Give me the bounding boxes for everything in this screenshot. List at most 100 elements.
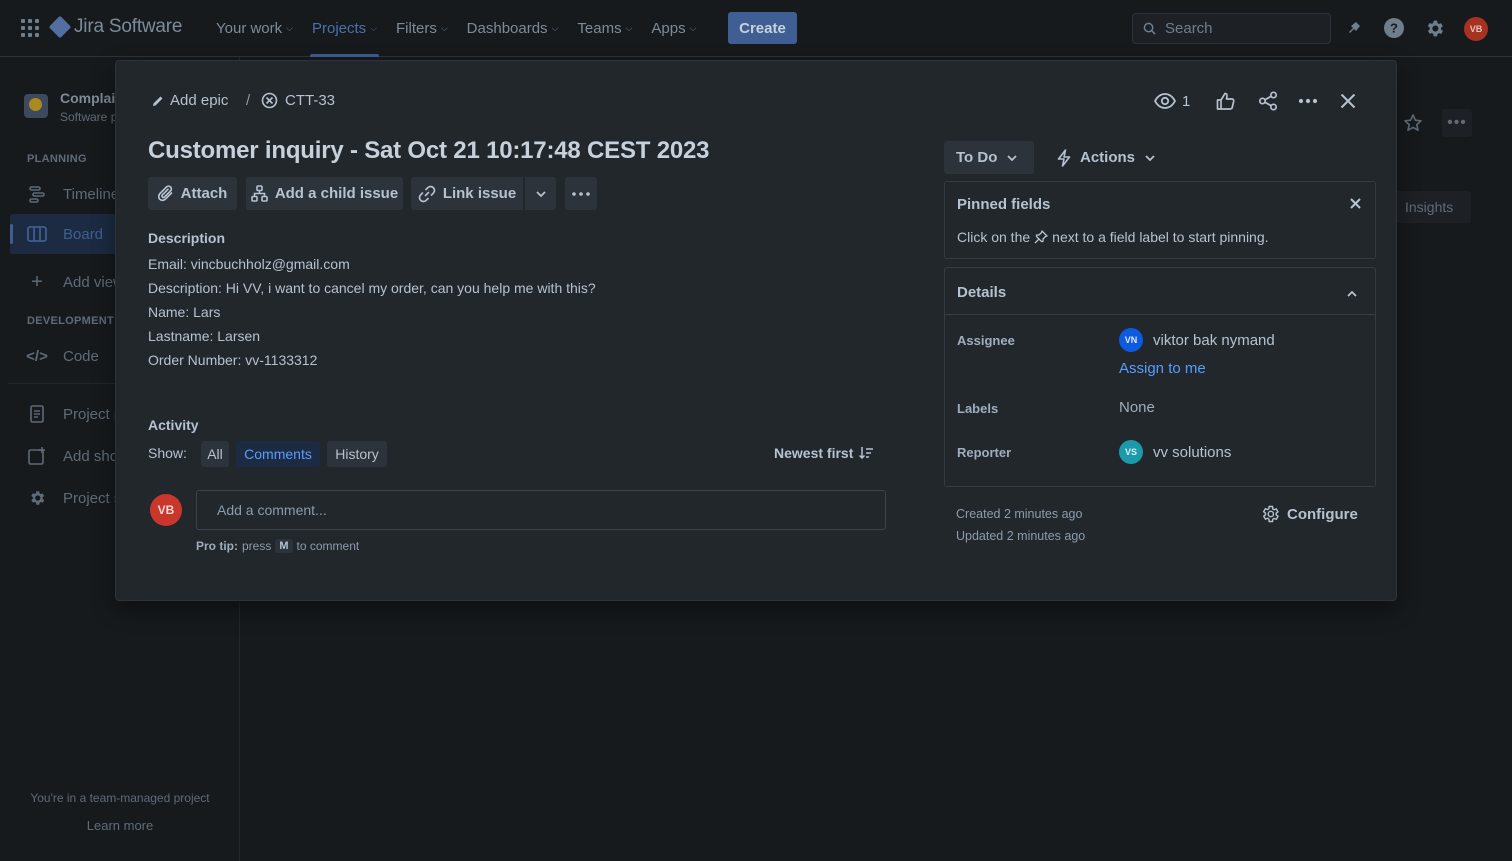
sidebar-item-label: Timeline bbox=[63, 185, 120, 203]
avatar: VN bbox=[1119, 328, 1143, 352]
more-icon[interactable] bbox=[1298, 90, 1318, 112]
watch-count: 1 bbox=[1182, 92, 1191, 110]
like-icon[interactable] bbox=[1216, 90, 1235, 112]
link-issue-label: Link issue bbox=[442, 185, 517, 202]
app-switcher-icon[interactable] bbox=[21, 19, 39, 37]
updated-timestamp: Updated 2 minutes ago bbox=[956, 529, 1086, 543]
search-input[interactable]: Search bbox=[1132, 13, 1331, 44]
chevron-down-icon: ⌵ bbox=[689, 23, 697, 33]
watch-button[interactable]: 1 bbox=[1154, 90, 1190, 112]
jira-logo[interactable]: Jira Software bbox=[48, 15, 182, 39]
nav-dashboards[interactable]: Dashboards ⌵ bbox=[467, 0, 559, 57]
link-icon bbox=[418, 185, 436, 202]
development-heading: DEVELOPMENT bbox=[27, 315, 115, 327]
svg-text:?: ? bbox=[1390, 21, 1398, 36]
more-toolbar-button[interactable] bbox=[565, 177, 597, 210]
avatar: VS bbox=[1119, 440, 1143, 464]
details-header[interactable]: Details bbox=[945, 268, 1375, 315]
labels-field[interactable]: None bbox=[1119, 399, 1155, 416]
nav-projects[interactable]: Projects ⌵ bbox=[309, 0, 380, 57]
project-name[interactable]: Complai bbox=[60, 90, 115, 106]
reporter-label: Reporter bbox=[957, 445, 1012, 460]
learn-more-link[interactable]: Learn more bbox=[0, 818, 240, 833]
user-avatar[interactable]: VB bbox=[1464, 17, 1488, 41]
pinned-fields-title: Pinned fields bbox=[957, 196, 1051, 213]
attach-button[interactable]: Attach bbox=[148, 177, 237, 210]
insights-button[interactable]: Insights bbox=[1385, 191, 1471, 223]
configure-label: Configure bbox=[1287, 505, 1358, 523]
add-shortcut-icon bbox=[24, 447, 50, 465]
pin-icon bbox=[1034, 230, 1048, 244]
settings-icon[interactable] bbox=[1423, 17, 1445, 39]
assign-to-me-link[interactable]: Assign to me bbox=[1119, 360, 1206, 377]
nav-label: Apps bbox=[651, 20, 686, 37]
chevron-down-icon: ⌵ bbox=[551, 23, 559, 33]
issue-key-link[interactable]: CTT-33 bbox=[261, 92, 335, 109]
configure-button[interactable]: Configure bbox=[1260, 504, 1358, 524]
assignee-field[interactable]: VN viktor bak nymand bbox=[1119, 328, 1275, 352]
more-icon bbox=[572, 191, 590, 196]
chevron-down-icon: ⌵ bbox=[440, 23, 448, 33]
avatar: VB bbox=[150, 494, 182, 526]
nav-your-work[interactable]: Your work ⌵ bbox=[216, 0, 293, 57]
nav-filters[interactable]: Filters ⌵ bbox=[396, 0, 448, 57]
more-actions-icon[interactable]: ••• bbox=[1442, 109, 1472, 137]
lightning-icon bbox=[1057, 148, 1071, 167]
nav-label: Your work bbox=[216, 20, 283, 37]
issue-type-icon bbox=[261, 92, 278, 109]
gear-icon bbox=[1262, 505, 1279, 523]
help-icon[interactable]: ? bbox=[1383, 17, 1405, 39]
notifications-icon[interactable] bbox=[1343, 17, 1365, 39]
chevron-down-icon bbox=[1145, 154, 1155, 161]
chevron-down-icon bbox=[1007, 154, 1018, 161]
add-epic-button[interactable]: Add epic bbox=[152, 92, 228, 109]
close-icon[interactable] bbox=[1340, 90, 1356, 112]
nav-label: Projects bbox=[311, 20, 367, 37]
code-icon: </> bbox=[26, 347, 48, 365]
planning-heading: PLANNING bbox=[27, 153, 87, 165]
star-icon[interactable] bbox=[1403, 113, 1423, 138]
search-icon bbox=[1143, 22, 1156, 35]
nav-apps[interactable]: Apps ⌵ bbox=[651, 0, 696, 57]
nav-teams[interactable]: Teams ⌵ bbox=[577, 0, 632, 57]
reporter-field[interactable]: VS vv solutions bbox=[1119, 440, 1231, 464]
link-issue-dropdown[interactable] bbox=[525, 177, 556, 210]
add-child-issue-button[interactable]: Add a child issue bbox=[246, 177, 403, 210]
actions-dropdown[interactable]: Actions bbox=[1056, 141, 1155, 174]
status-dropdown[interactable]: To Do bbox=[944, 141, 1034, 174]
description-line: Name: Lars bbox=[148, 304, 221, 320]
search-placeholder: Search bbox=[1165, 20, 1213, 37]
reporter-name: vv solutions bbox=[1153, 443, 1232, 461]
issue-key: CTT-33 bbox=[285, 92, 336, 109]
filter-comments[interactable]: Comments bbox=[236, 441, 320, 467]
pinned-fields-hint: Click on the next to a field label to st… bbox=[957, 229, 1269, 245]
protip-suffix: to comment bbox=[296, 539, 360, 553]
filter-all[interactable]: All bbox=[201, 441, 229, 467]
comment-input[interactable] bbox=[196, 490, 886, 530]
create-button[interactable]: Create bbox=[728, 12, 797, 44]
chevron-down-icon: ⌵ bbox=[370, 23, 377, 33]
sidebar-item-label: Code bbox=[63, 347, 99, 365]
activity-heading: Activity bbox=[148, 417, 199, 433]
pinned-hint-after: next to a field label to start pinning. bbox=[1052, 229, 1269, 245]
link-issue-button[interactable]: Link issue bbox=[411, 177, 523, 210]
sidebar-item-label: Project p bbox=[63, 405, 123, 423]
share-icon[interactable] bbox=[1258, 90, 1278, 112]
pinned-fields-panel: Pinned fields Click on the next to a fie… bbox=[944, 181, 1376, 259]
sort-label: Newest first bbox=[774, 445, 854, 461]
nav-menu: Your work ⌵ Projects ⌵ Filters ⌵ Dashboards… bbox=[216, 0, 715, 57]
chevron-up-icon bbox=[1347, 284, 1357, 302]
sort-button[interactable]: Newest first bbox=[774, 445, 874, 461]
sidebar-item-label: Add sho bbox=[63, 447, 119, 465]
add-child-label: Add a child issue bbox=[274, 185, 399, 202]
close-icon[interactable] bbox=[1350, 196, 1361, 214]
details-panel: Details Assignee VN viktor bak nymand As… bbox=[944, 267, 1376, 487]
page-icon bbox=[24, 405, 50, 423]
board-icon bbox=[24, 226, 50, 242]
timeline-icon bbox=[24, 185, 50, 203]
project-avatar[interactable] bbox=[24, 94, 48, 118]
filter-history[interactable]: History bbox=[327, 441, 387, 467]
issue-modal: Add epic / CTT-33 1 Customer inquiry - S… bbox=[116, 61, 1396, 600]
status-label: To Do bbox=[956, 149, 998, 166]
issue-title[interactable]: Customer inquiry - Sat Oct 21 10:17:48 C… bbox=[148, 137, 709, 165]
